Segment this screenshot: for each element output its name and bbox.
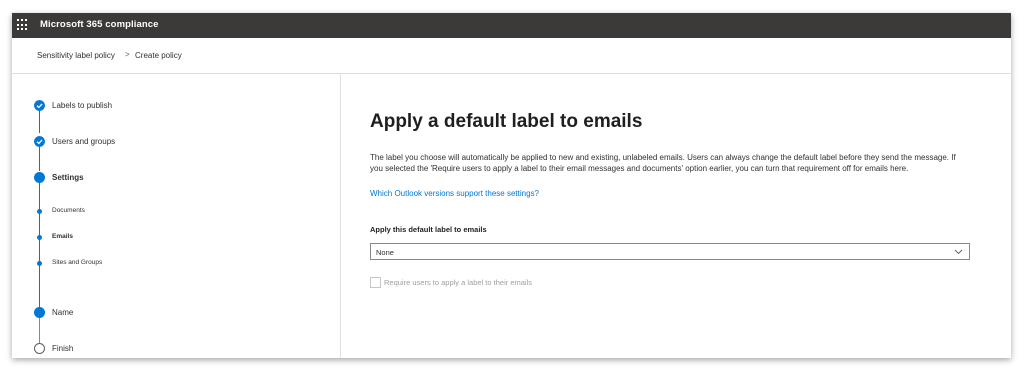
require-label-checkbox[interactable] — [370, 277, 381, 288]
substep-documents[interactable]: Documents — [52, 207, 85, 214]
checkmark-circle-icon — [34, 100, 45, 111]
step-finish[interactable]: Finish — [52, 344, 73, 353]
substep-dot — [37, 261, 42, 266]
substep-emails[interactable]: Emails — [52, 233, 73, 240]
step-name[interactable]: Name — [52, 308, 73, 317]
waffle-icon[interactable] — [17, 19, 29, 31]
step-connector — [39, 111, 40, 133]
top-bar: Microsoft 365 compliance — [12, 13, 1011, 38]
substep-dot — [37, 209, 42, 214]
dropdown-selected-value: None — [376, 248, 394, 257]
require-label-checkbox-label: Require users to apply a label to their … — [384, 278, 532, 287]
breadcrumb: Sensitivity label policy > Create policy — [12, 38, 1011, 74]
breadcrumb-separator-icon: > — [125, 50, 130, 59]
outlook-versions-link[interactable]: Which Outlook versions support these set… — [370, 189, 539, 198]
step-connector — [39, 147, 40, 171]
breadcrumb-item-sensitivity-label-policy[interactable]: Sensitivity label policy — [37, 51, 115, 60]
default-label-dropdown[interactable]: None — [370, 243, 970, 260]
wizard-steps-pane: Labels to publish Users and groups Setti… — [12, 73, 341, 358]
substep-sites-and-groups[interactable]: Sites and Groups — [52, 259, 102, 266]
substep-dot — [37, 235, 42, 240]
default-label-field-label: Apply this default label to emails — [370, 225, 487, 234]
chevron-down-icon — [954, 249, 963, 255]
main-content: Apply a default label to emails The labe… — [341, 73, 1011, 358]
step-indicator — [34, 307, 45, 318]
step-indicator — [34, 343, 45, 354]
checkmark-circle-icon — [34, 136, 45, 147]
page-description: The label you choose will automatically … — [370, 153, 956, 173]
app-title[interactable]: Microsoft 365 compliance — [40, 19, 159, 30]
step-labels-to-publish[interactable]: Labels to publish — [52, 101, 112, 110]
step-users-and-groups[interactable]: Users and groups — [52, 137, 115, 146]
step-settings[interactable]: Settings — [52, 173, 84, 182]
page-title: Apply a default label to emails — [370, 111, 643, 132]
breadcrumb-item-create-policy: Create policy — [135, 51, 182, 60]
current-step-indicator — [34, 172, 45, 183]
step-connector — [39, 318, 40, 345]
app-window: Microsoft 365 compliance Sensitivity lab… — [12, 13, 1011, 358]
